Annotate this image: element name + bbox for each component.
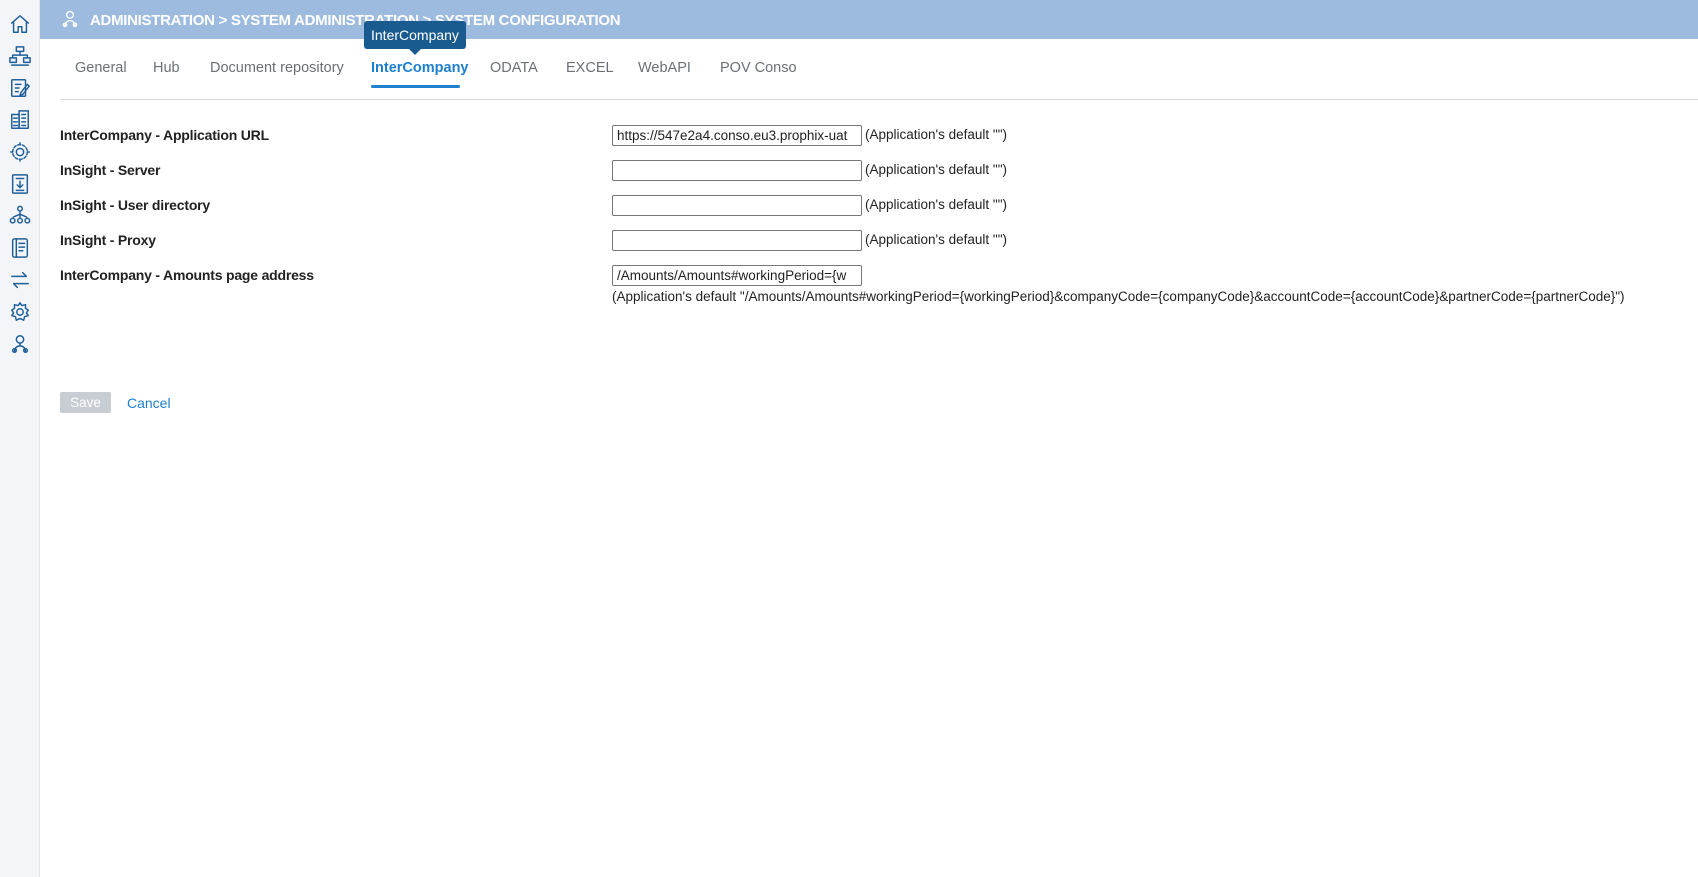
- workflow-icon[interactable]: [8, 44, 32, 68]
- active-tab-indicator: [371, 85, 460, 88]
- tab-intercompany[interactable]: InterCompany: [371, 60, 469, 76]
- home-icon[interactable]: [8, 12, 32, 36]
- cancel-link[interactable]: Cancel: [127, 395, 171, 411]
- hierarchy-icon[interactable]: [8, 204, 32, 228]
- tab-document-repository[interactable]: Document repository: [210, 60, 344, 76]
- administration-icon[interactable]: [8, 332, 32, 356]
- tab-general[interactable]: General: [75, 60, 127, 76]
- insight-proxy-input[interactable]: [612, 230, 862, 251]
- amounts-page-address-default: (Application's default "/Amounts/Amounts…: [612, 289, 1625, 304]
- page-header: ADMINISTRATION > SYSTEM ADMINISTRATION >…: [40, 0, 1698, 39]
- transfer-arrows-icon[interactable]: [8, 268, 32, 292]
- settings-gear-icon[interactable]: [8, 300, 32, 324]
- field-label-application-url: InterCompany - Application URL: [60, 127, 269, 143]
- ledger-icon[interactable]: [8, 236, 32, 260]
- tab-tooltip: InterCompany: [364, 21, 466, 55]
- field-label-insight-proxy: InSight - Proxy: [60, 232, 156, 248]
- left-sidebar: [0, 0, 40, 877]
- insight-user-directory-default: (Application's default ""): [865, 197, 1007, 212]
- insight-server-input[interactable]: [612, 160, 862, 181]
- breadcrumb: ADMINISTRATION > SYSTEM ADMINISTRATION >…: [90, 12, 621, 29]
- edit-form-icon[interactable]: [8, 76, 32, 100]
- field-label-amounts-page-address: InterCompany - Amounts page address: [60, 267, 314, 283]
- field-label-insight-user-directory: InSight - User directory: [60, 197, 211, 213]
- save-button[interactable]: Save: [60, 392, 111, 413]
- tab-webapi[interactable]: WebAPI: [638, 60, 691, 76]
- tab-odata[interactable]: ODATA: [490, 60, 538, 76]
- administration-icon: [60, 9, 80, 29]
- import-document-icon[interactable]: [8, 172, 32, 196]
- tab-hub[interactable]: Hub: [153, 60, 180, 76]
- insight-proxy-default: (Application's default ""): [865, 232, 1007, 247]
- network-gear-icon[interactable]: [8, 140, 32, 164]
- insight-server-default: (Application's default ""): [865, 162, 1007, 177]
- buildings-icon[interactable]: [8, 108, 32, 132]
- amounts-page-address-input[interactable]: [612, 265, 862, 286]
- application-url-default: (Application's default ""): [865, 127, 1007, 142]
- tab-excel[interactable]: EXCEL: [566, 60, 614, 76]
- application-url-input[interactable]: [612, 125, 862, 146]
- tab-pov-conso[interactable]: POV Conso: [720, 60, 797, 76]
- insight-user-directory-input[interactable]: [612, 195, 862, 216]
- field-label-insight-server: InSight - Server: [60, 162, 161, 178]
